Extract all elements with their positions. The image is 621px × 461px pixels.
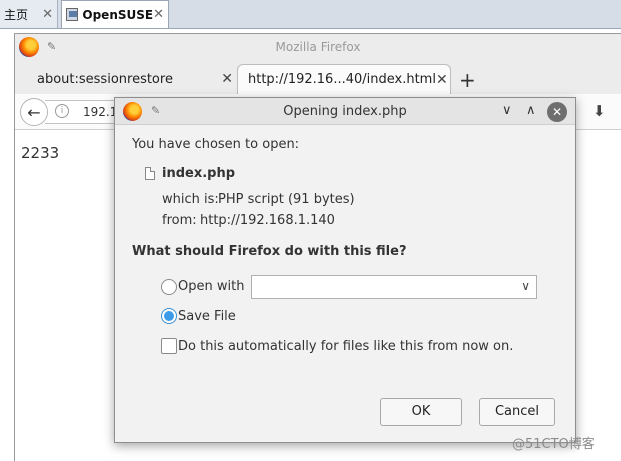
save-file-radio[interactable]: [161, 308, 177, 324]
vm-tab-opensuse[interactable]: OpenSUSE ✕: [61, 0, 169, 28]
vm-tab-home-close-icon[interactable]: ✕: [42, 7, 53, 22]
back-arrow-icon: ←: [27, 102, 41, 122]
tab-sessionrestore-close-icon[interactable]: ✕: [221, 71, 233, 87]
tab-index-html-close-icon[interactable]: ✕: [436, 72, 448, 88]
vm-tab-opensuse-close-icon[interactable]: ✕: [153, 7, 164, 22]
dialog-question: What should Firefox do with this file?: [132, 244, 407, 259]
download-icon[interactable]: ⬇: [593, 102, 606, 120]
new-tab-icon[interactable]: +: [459, 68, 476, 92]
vm-tab-opensuse-label: OpenSUSE: [82, 7, 154, 22]
file-icon: [145, 167, 155, 180]
tab-index-html-label: http://192.16...40/index.html: [248, 72, 436, 87]
auto-checkbox[interactable]: [161, 338, 177, 354]
dialog-minimize-icon[interactable]: ∨: [502, 103, 512, 118]
vm-tab-icon: [66, 8, 79, 21]
page-content-text: 2233: [21, 144, 60, 162]
ok-button[interactable]: OK: [380, 398, 462, 426]
tab-index-html[interactable]: http://192.16...40/index.html ✕: [237, 64, 451, 94]
open-with-radio[interactable]: [161, 279, 177, 295]
cancel-button[interactable]: Cancel: [479, 398, 555, 426]
tab-sessionrestore[interactable]: about:sessionrestore ✕: [15, 64, 243, 94]
back-button[interactable]: ←: [20, 98, 48, 126]
opening-file-dialog: ✎ Opening index.php ∨ ∧ ✕ You have chose…: [114, 97, 576, 443]
open-with-label[interactable]: Open with: [178, 279, 244, 294]
vm-tab-home[interactable]: 主页 ✕: [0, 0, 58, 28]
which-is-label: which is:: [162, 192, 219, 207]
from-label: from:: [162, 213, 197, 228]
dialog-maximize-icon[interactable]: ∧: [526, 103, 536, 118]
dialog-intro: You have chosen to open:: [132, 137, 300, 152]
info-icon[interactable]: i: [55, 104, 69, 118]
tab-sessionrestore-label: about:sessionrestore: [37, 71, 173, 87]
window-title: Mozilla Firefox: [275, 40, 361, 54]
vm-tab-home-label: 主页: [4, 7, 29, 22]
dialog-titlebar: ✎ Opening index.php ∨ ∧ ✕: [115, 98, 575, 125]
watermark: @51CTO博客: [512, 437, 595, 452]
chevron-down-icon: ∨: [521, 279, 530, 293]
file-name: index.php: [162, 166, 236, 181]
auto-checkbox-label[interactable]: Do this automatically for files like thi…: [178, 339, 513, 354]
dialog-close-icon[interactable]: ✕: [547, 102, 567, 122]
open-with-select[interactable]: ∨: [251, 275, 537, 299]
url-text: 192.1: [83, 105, 118, 119]
vm-tab-strip: 主页 ✕ OpenSUSE ✕: [0, 0, 621, 29]
from-value: http://192.168.1.140: [200, 213, 335, 228]
browser-tab-strip: about:sessionrestore ✕ http://192.16...4…: [15, 60, 621, 94]
save-file-label[interactable]: Save File: [178, 309, 236, 324]
which-is-value: PHP script (91 bytes): [218, 192, 355, 207]
firefox-titlebar: ✎ Mozilla Firefox: [15, 34, 621, 60]
